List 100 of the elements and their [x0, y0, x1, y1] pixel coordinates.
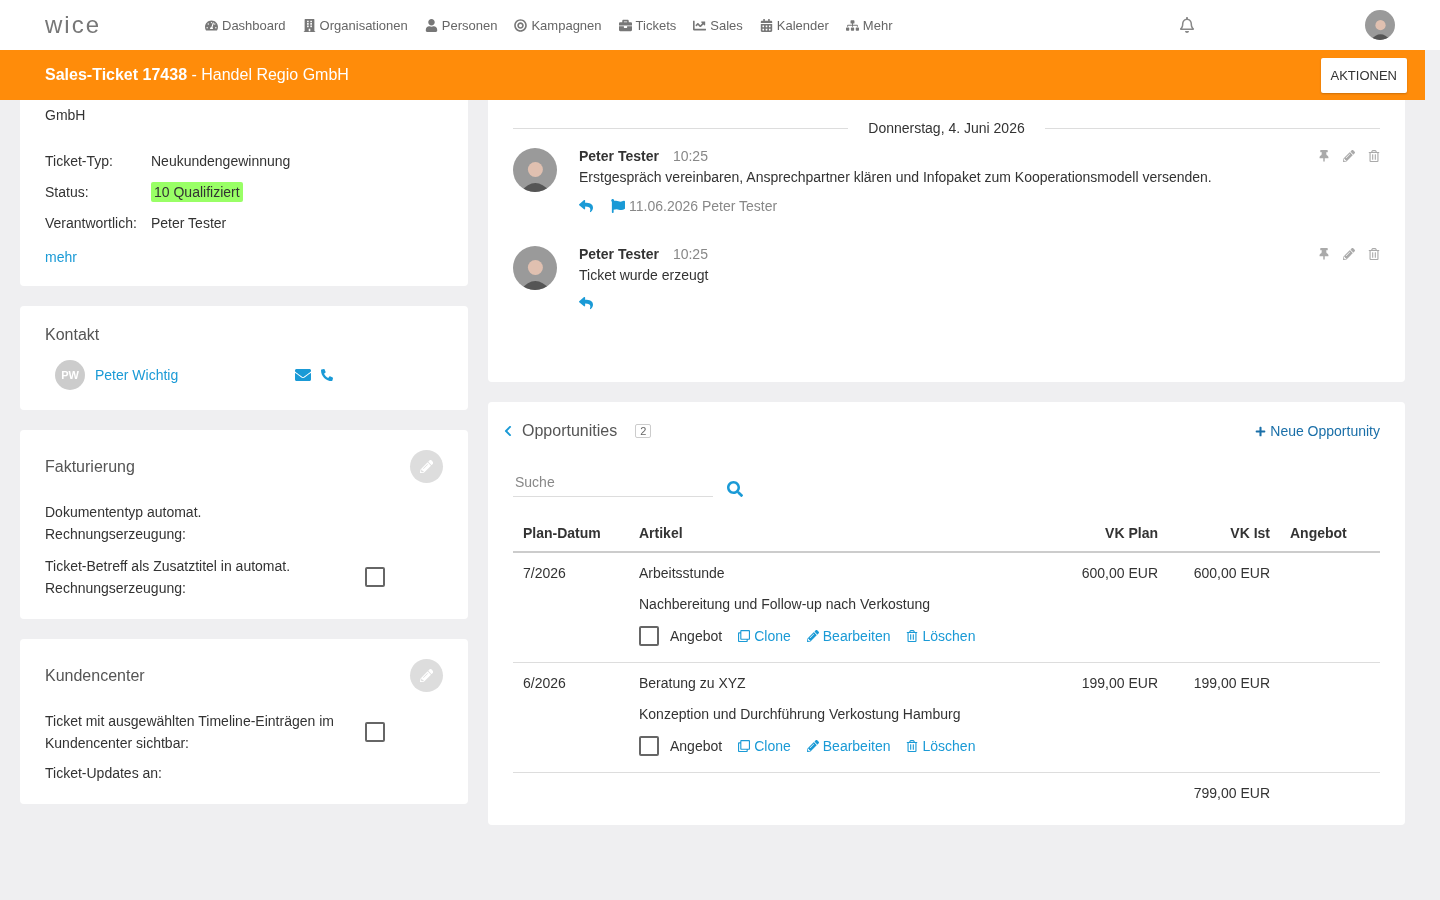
- card-title: Opportunities: [522, 422, 618, 440]
- article-name: Arbeitsstunde: [639, 565, 726, 581]
- action-link[interactable]: Bearbeiten: [806, 738, 891, 754]
- nav-link[interactable]: Tickets: [618, 17, 677, 33]
- field-label: Ticket-Typ:: [45, 153, 114, 169]
- action-link[interactable]: Bearbeiten: [806, 628, 891, 644]
- pin-icon[interactable]: [1318, 150, 1330, 162]
- reply-icon[interactable]: [579, 296, 593, 310]
- card-title: Kundencenter: [45, 666, 145, 685]
- pencil-icon[interactable]: [1343, 150, 1355, 162]
- author-name: Peter Tester: [579, 246, 659, 262]
- checkbox[interactable]: [639, 626, 659, 646]
- avatar-icon: [513, 246, 557, 290]
- column-header: Angebot: [1280, 525, 1380, 553]
- column-header: VK Plan: [1048, 525, 1168, 553]
- person-icon: [424, 18, 438, 32]
- nav-link[interactable]: Organisationen: [302, 17, 408, 33]
- action-link[interactable]: Clone: [738, 738, 791, 754]
- table-cell-text: 7/2026: [522, 564, 567, 583]
- nav-link[interactable]: Kampagnen: [514, 17, 602, 33]
- actions-button[interactable]: AKTIONEN: [1320, 57, 1407, 93]
- search-icon[interactable]: [727, 481, 743, 497]
- trash-icon: [906, 630, 919, 642]
- option-label: Dokumententyp automat. Rechnungserzeugung:: [45, 503, 203, 544]
- mail-icon[interactable]: [295, 367, 311, 383]
- count-badge: 2: [635, 424, 652, 438]
- entry-text: Erstgespräch vereinbaren, Ansprechpartner klären und Infopaket zum Kooperationsmodell versenden.: [579, 168, 1213, 187]
- card-title: Kontakt: [45, 326, 101, 344]
- field-value: Peter Tester: [151, 215, 227, 231]
- option-label: Ticket-Betreff als Zusatztitel in automat. Rechnungserzeugung:: [45, 557, 292, 598]
- pencil-icon[interactable]: [1343, 248, 1355, 260]
- article-description: Konzeption und Durchführung Verkostung Hamburg: [639, 706, 962, 722]
- table-cell-text: 199,00 EUR: [1192, 674, 1271, 693]
- back-icon[interactable]: [502, 425, 514, 437]
- page-title: Sales-Ticket 17438 - Handel Regio GmbH: [45, 66, 349, 84]
- column-header: Artikel: [629, 525, 1048, 553]
- checkbox[interactable]: [365, 567, 385, 587]
- copy-icon: [738, 630, 751, 642]
- entry-time: 10:25: [672, 246, 708, 262]
- article-name: Beratung zu XYZ: [639, 675, 747, 691]
- nav-link[interactable]: Personen: [424, 17, 498, 33]
- table-cell-text: 6/2026: [522, 674, 567, 693]
- entry-text: Ticket wurde erzeugt: [579, 266, 710, 285]
- pencil-icon: [806, 630, 819, 642]
- flag-icon: [611, 199, 625, 213]
- action-link[interactable]: Löschen: [906, 738, 976, 754]
- card-title: Fakturierung: [45, 457, 135, 476]
- bell-icon[interactable]: [1179, 17, 1195, 33]
- calendar-icon: [759, 18, 773, 32]
- contact-link[interactable]: Peter Wichtig: [95, 367, 285, 383]
- entry-time: 10:25: [672, 148, 708, 164]
- pencil-icon: [806, 740, 819, 752]
- nav-link[interactable]: Kalender: [759, 17, 829, 33]
- date-divider: Donnerstag, 4. Juni 2026: [513, 120, 1380, 136]
- dashboard-icon: [205, 18, 218, 32]
- logo[interactable]: wice: [45, 11, 205, 39]
- chart-icon: [693, 18, 707, 32]
- pencil-icon: [419, 668, 434, 683]
- follow-up-text: 11.06.2026 Peter Tester: [629, 198, 778, 214]
- table-cell-text: 199,00 EUR: [1080, 674, 1159, 693]
- building-icon: [302, 18, 316, 32]
- pencil-icon: [419, 459, 434, 474]
- new-opportunity-link[interactable]: Neue Opportunity: [1255, 423, 1380, 439]
- action-link[interactable]: Clone: [738, 628, 791, 644]
- total-amount: 799,00 EUR: [1192, 784, 1271, 801]
- target-icon: [514, 18, 528, 32]
- option-label: Ticket mit ausgewählten Timeline-Einträgen im Kundencenter sichtbar:: [45, 712, 335, 753]
- phone-icon[interactable]: [321, 369, 333, 381]
- field-label: Status:: [45, 184, 90, 200]
- checkbox-label: Angebot: [670, 738, 723, 754]
- trash-icon: [906, 740, 919, 752]
- sitemap-icon: [845, 18, 859, 32]
- status-badge: 10 Qualifiziert: [151, 182, 243, 202]
- table-cell-text: 600,00 EUR: [1192, 564, 1271, 583]
- checkbox-label: Angebot: [670, 628, 723, 644]
- avatar-icon: [1365, 10, 1395, 40]
- option-label: Ticket-Updates an:: [45, 764, 163, 783]
- table-cell-text: 600,00 EUR: [1080, 564, 1159, 583]
- pin-icon[interactable]: [1318, 248, 1330, 260]
- column-header: Plan-Datum: [513, 525, 629, 553]
- copy-icon: [738, 740, 751, 752]
- nav-link[interactable]: Mehr: [845, 17, 893, 33]
- checkbox[interactable]: [639, 736, 659, 756]
- trash-icon[interactable]: [1368, 248, 1380, 260]
- checkbox[interactable]: [365, 722, 385, 742]
- author-name: Peter Tester: [579, 148, 659, 164]
- nav-link[interactable]: Sales: [693, 17, 743, 33]
- plus-icon: [1255, 425, 1267, 437]
- more-link[interactable]: mehr: [45, 249, 77, 265]
- column-header: VK Ist: [1168, 525, 1280, 553]
- field-value: Neukundengewinnung: [151, 153, 291, 169]
- reply-icon[interactable]: [579, 199, 593, 213]
- ticket-subject: GmbH: [45, 106, 87, 125]
- trash-icon[interactable]: [1368, 150, 1380, 162]
- briefcase-icon: [618, 18, 632, 32]
- avatar-icon: [513, 148, 557, 192]
- action-link[interactable]: Löschen: [906, 628, 976, 644]
- article-description: Nachbereitung und Follow-up nach Verkostung: [639, 596, 932, 612]
- field-label: Verantwortlich:: [45, 215, 138, 231]
- nav-link[interactable]: Dashboard: [205, 17, 286, 33]
